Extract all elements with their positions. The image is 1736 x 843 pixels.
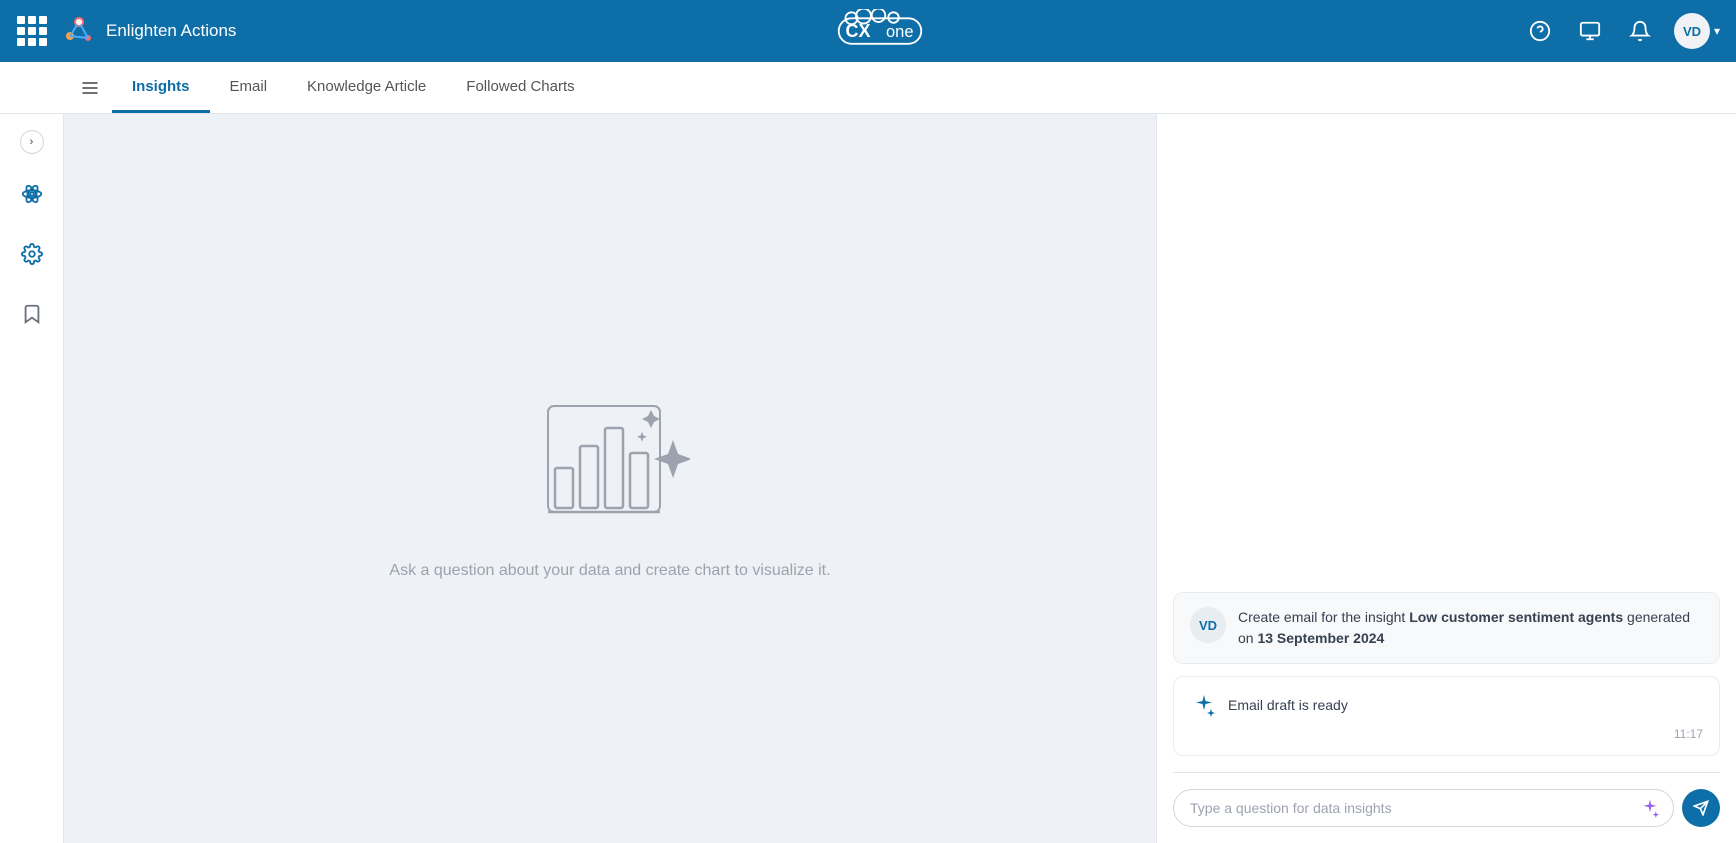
- chevron-right-icon: ›: [30, 136, 34, 148]
- bell-button[interactable]: [1624, 15, 1656, 47]
- svg-text:one: one: [886, 23, 914, 41]
- tabs-bar: Insights Email Knowledge Article Followe…: [0, 62, 1736, 114]
- cx-logo: CX one: [835, 9, 925, 53]
- monitor-button[interactable]: [1574, 15, 1606, 47]
- ai-sparkle-icon: [1190, 691, 1218, 719]
- user-message-avatar: VD: [1190, 607, 1226, 643]
- message-timestamp: 11:17: [1190, 727, 1703, 741]
- input-sparkle-icon: [1640, 798, 1660, 818]
- chart-panel: Ask a question about your data and creat…: [64, 114, 1156, 843]
- chat-input[interactable]: [1173, 789, 1674, 827]
- ai-message-text: Email draft is ready: [1228, 697, 1348, 713]
- grid-icon: [17, 16, 47, 46]
- top-navigation: Enlighten Actions CX one: [0, 0, 1736, 62]
- tab-insights[interactable]: Insights: [112, 62, 210, 113]
- brand-icon: [60, 12, 98, 50]
- chat-input-wrapper: [1173, 789, 1674, 827]
- content-area: Ask a question about your data and creat…: [64, 114, 1736, 843]
- tab-email[interactable]: Email: [210, 62, 288, 113]
- hamburger-menu-button[interactable]: [80, 78, 100, 98]
- atom-icon-button[interactable]: [12, 174, 52, 214]
- bookmark-icon-button[interactable]: [12, 294, 52, 334]
- chat-panel: VD Create email for the insight Low cust…: [1156, 114, 1736, 843]
- chart-empty-state: Ask a question about your data and creat…: [389, 378, 830, 580]
- chart-empty-text: Ask a question about your data and creat…: [389, 562, 830, 580]
- main-layout: ›: [0, 114, 1736, 843]
- send-button[interactable]: [1682, 789, 1720, 827]
- user-avatar: VD: [1674, 13, 1710, 49]
- settings-icon-button[interactable]: [12, 234, 52, 274]
- chart-empty-icon: [530, 378, 690, 538]
- grid-menu-button[interactable]: [16, 15, 48, 47]
- chat-input-area: [1157, 773, 1736, 843]
- chevron-down-icon: ▾: [1714, 24, 1720, 38]
- user-chat-message: VD Create email for the insight Low cust…: [1173, 592, 1720, 664]
- tab-knowledge-article[interactable]: Knowledge Article: [287, 62, 446, 113]
- ai-chat-message: Email draft is ready 11:17: [1173, 676, 1720, 756]
- tab-followed-charts[interactable]: Followed Charts: [446, 62, 594, 113]
- help-button[interactable]: [1524, 15, 1556, 47]
- left-sidebar: ›: [0, 114, 64, 843]
- brand-name-text: Enlighten Actions: [106, 21, 236, 41]
- brand-logo: Enlighten Actions: [60, 12, 236, 50]
- user-message-text: Create email for the insight Low custome…: [1238, 607, 1703, 649]
- user-avatar-dropdown[interactable]: VD ▾: [1674, 13, 1720, 49]
- chat-messages: VD Create email for the insight Low cust…: [1157, 114, 1736, 772]
- collapse-sidebar-button[interactable]: ›: [20, 130, 44, 154]
